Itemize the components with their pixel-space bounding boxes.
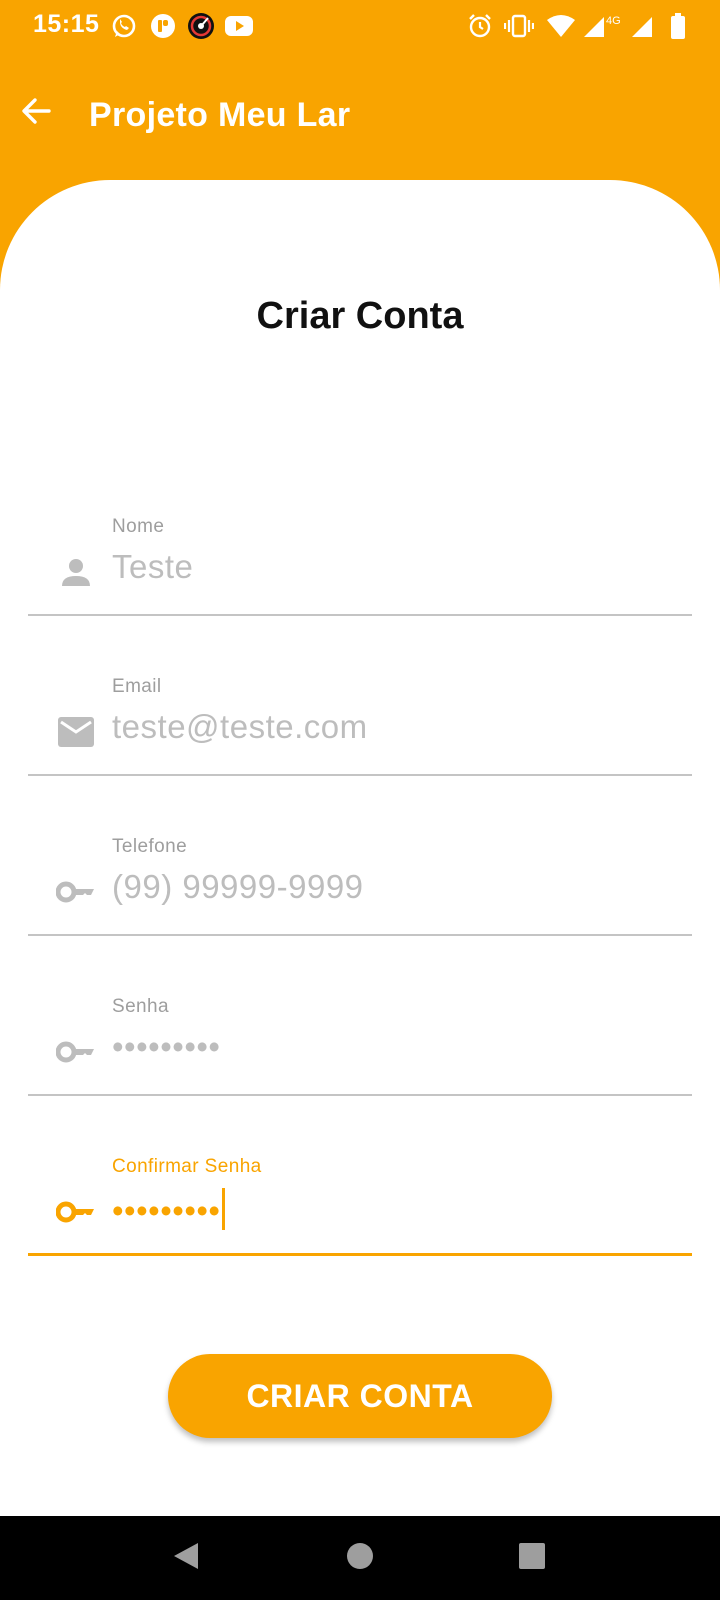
alarm-icon [466, 12, 494, 40]
home-circle-icon [346, 1542, 374, 1575]
phone-field-label: Telefone [112, 836, 188, 857]
status-bar: 15:15 4G [0, 0, 720, 52]
phone-field[interactable]: Telefone (99) 99999-9999 [28, 836, 692, 936]
app-notification-icon [149, 12, 177, 40]
nav-recents-button[interactable] [514, 1540, 550, 1576]
signal-icon: 4G [582, 12, 628, 40]
back-triangle-icon [172, 1541, 200, 1576]
password-input[interactable]: ••••••••• [112, 1028, 220, 1066]
create-account-button[interactable]: CRIAR CONTA [168, 1354, 552, 1438]
email-input[interactable]: teste@teste.com [112, 708, 368, 746]
wifi-icon [546, 12, 576, 40]
name-input[interactable]: Teste [112, 548, 193, 586]
confirm-password-input[interactable]: ••••••••• [112, 1188, 226, 1230]
app-title: Projeto Meu Lar [89, 96, 351, 134]
confirm-password-value: ••••••••• [112, 1192, 221, 1229]
page-title: Criar Conta [256, 295, 464, 337]
name-field-label: Nome [112, 516, 165, 537]
battery-icon [670, 12, 686, 40]
app-bar: Projeto Meu Lar [0, 60, 720, 172]
person-icon [56, 552, 96, 592]
phone-input[interactable]: (99) 99999-9999 [112, 868, 364, 906]
nav-back-button[interactable] [168, 1540, 204, 1576]
vibrate-icon [504, 12, 534, 40]
svg-text:4G: 4G [606, 15, 621, 27]
key-icon [56, 1192, 96, 1232]
back-button[interactable] [16, 93, 56, 133]
email-icon [56, 712, 96, 752]
password-field-label: Senha [112, 996, 169, 1017]
password-field-underline [28, 1094, 692, 1096]
email-field-underline [28, 774, 692, 776]
youtube-icon [224, 12, 254, 40]
email-field-label: Email [112, 676, 162, 697]
key-icon [56, 872, 96, 912]
confirm-password-field-underline [28, 1253, 692, 1256]
recents-square-icon [518, 1542, 546, 1575]
confirm-password-field[interactable]: Confirmar Senha ••••••••• [28, 1156, 692, 1256]
status-time: 15:15 [33, 10, 100, 38]
confirm-password-field-label: Confirmar Senha [112, 1156, 262, 1177]
name-field-underline [28, 614, 692, 616]
phone-field-underline [28, 934, 692, 936]
signal-icon-2 [630, 12, 654, 40]
name-field[interactable]: Nome Teste [28, 516, 692, 616]
music-app-icon [187, 12, 215, 40]
email-field[interactable]: Email teste@teste.com [28, 676, 692, 776]
arrow-back-icon [21, 97, 51, 130]
text-caret [222, 1188, 226, 1230]
key-icon [56, 1032, 96, 1072]
whatsapp-icon [110, 12, 138, 40]
password-field[interactable]: Senha ••••••••• [28, 996, 692, 1096]
form-card: Criar Conta Nome Teste Email teste@teste… [0, 180, 720, 1516]
system-nav-bar [0, 1516, 720, 1600]
nav-home-button[interactable] [342, 1540, 378, 1576]
